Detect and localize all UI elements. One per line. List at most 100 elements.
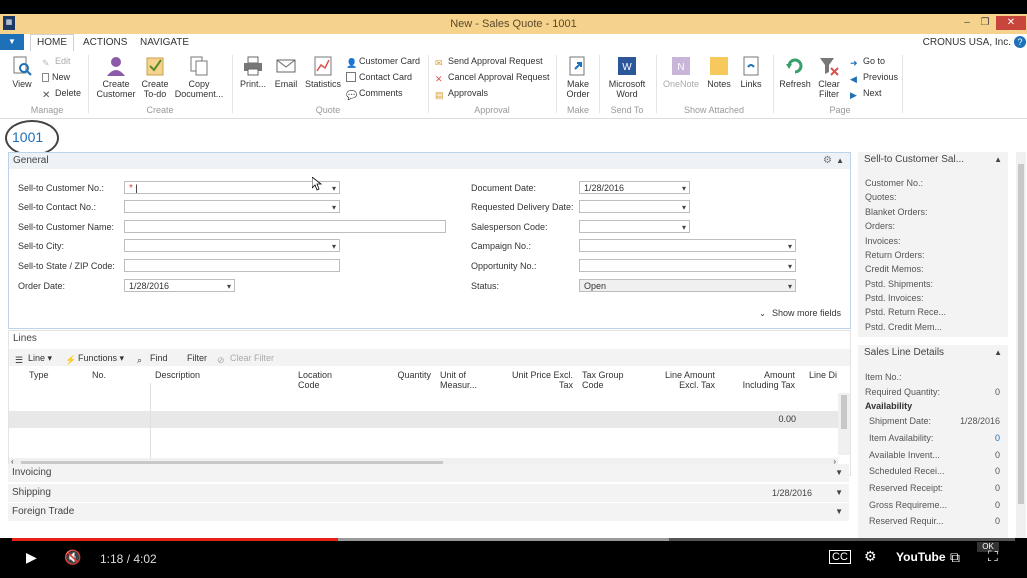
page-scrollbar[interactable] [1016,152,1026,538]
order-date-field[interactable]: 1/28/2016 ▾ [124,279,235,292]
tab-actions[interactable]: ACTIONS [83,37,127,48]
salesperson-code-field[interactable]: ▾ [579,220,690,233]
tab-navigate[interactable]: NAVIGATE [140,37,189,48]
new-button[interactable]: New [42,72,70,82]
sell-to-contact-no-field[interactable]: ▾ [124,200,340,213]
links-button[interactable]: Links [737,55,765,89]
foreign-trade-fasttab[interactable]: Foreign Trade ▼ [8,503,849,522]
mute-icon[interactable]: 🔇 [64,549,81,566]
col-line-discount[interactable]: Line Di [809,370,837,380]
fullscreen-icon[interactable]: ⛶ [988,548,998,565]
table-row[interactable] [9,411,838,428]
svg-text:N: N [677,62,684,73]
onenote-button[interactable]: N OneNote [661,55,701,89]
requested-delivery-date-field[interactable]: ▾ [579,200,690,213]
general-header[interactable]: General ⚙ ▲ [9,153,850,169]
view-button[interactable]: View [8,55,36,89]
document-date-field[interactable]: 1/28/2016 ▾ [579,181,690,194]
sell-to-customer-factbox: Sell-to Customer Sal... ▲ Customer No.: Q… [858,152,1008,337]
col-location-code[interactable]: Location Code [298,370,348,390]
microsoft-word-button[interactable]: W Microsoft Word [603,55,651,99]
opportunity-no-field[interactable]: ▾ [579,259,796,272]
show-more-fields-link[interactable]: ⌄ Show more fields [759,308,841,318]
copy-document-button[interactable]: Copy Document... [174,55,224,99]
chevron-down-icon: ▾ [787,242,792,251]
clear-filter-lines-button[interactable]: ⊘ Clear Filter [217,353,274,365]
send-approval-icon: ✉ [435,58,443,68]
sell-to-state-zip-field[interactable] [124,259,340,272]
statistics-button[interactable]: Statistics [304,55,342,89]
create-customer-button[interactable]: Create Customer [96,55,136,99]
print-button[interactable]: Print... [238,55,268,89]
vertical-scrollbar[interactable] [838,393,850,455]
email-button[interactable]: Email [272,55,300,89]
collapse-icon[interactable]: ▲ [836,153,844,169]
filter-button[interactable]: Filter [187,353,207,363]
captions-icon[interactable]: CC [829,550,851,564]
cast-icon[interactable]: ⧉ [950,549,960,566]
invoicing-fasttab[interactable]: Invoicing ▼ [8,464,849,483]
notes-button[interactable]: Notes [705,55,733,89]
create-todo-button[interactable]: Create To-do [139,55,171,99]
chevron-down-icon: ▼ [835,507,843,516]
comments-button[interactable]: 💬 Comments [346,88,403,100]
group-label-quote: Quote [315,105,341,115]
clear-filter-button[interactable]: Clear Filter [815,55,843,99]
play-icon[interactable]: ▶ [26,549,37,566]
minimize-button[interactable]: – [957,16,977,30]
find-button[interactable]: ⌕ Find [137,353,168,365]
campaign-no-field[interactable]: ▾ [579,239,796,252]
contact-card-button[interactable]: Contact Card [346,72,412,82]
shipping-fasttab[interactable]: Shipping 1/28/2016 ▼ [8,484,849,503]
help-icon[interactable]: ? [1014,36,1026,48]
app-menu-button[interactable]: ▼ [0,34,24,50]
approvals-icon: ▤ [435,90,444,100]
factbox-header[interactable]: Sales Line Details ▲ [858,345,1008,361]
cancel-approval-request-button[interactable]: ✕ Cancel Approval Request [435,72,550,84]
col-no[interactable]: No. [92,370,106,380]
youtube-logo[interactable]: YouTube [896,550,946,564]
col-description[interactable]: Description [155,370,200,380]
tab-home[interactable]: HOME [30,34,74,51]
col-quantity[interactable]: Quantity [389,370,431,380]
col-tax-group-code[interactable]: Tax Group Code [582,370,632,390]
page-scroll-thumb[interactable] [1018,164,1024,504]
col-amount-incl-tax[interactable]: Amount Including Tax [735,370,795,390]
personalize-icon[interactable]: ⚙ [823,153,832,169]
sell-to-city-field[interactable]: ▾ [124,239,340,252]
collapse-icon[interactable]: ▲ [994,152,1002,168]
make-order-button[interactable]: Make Order [562,55,594,99]
collapse-icon[interactable]: ▲ [994,345,1002,361]
lines-header[interactable]: Lines [9,331,850,347]
col-unit-price[interactable]: Unit Price Excl. Tax [509,370,573,390]
refresh-button[interactable]: Refresh [778,55,812,89]
close-button[interactable]: ✕ [996,16,1026,30]
previous-button[interactable]: ◀ Previous [850,72,898,84]
sell-to-customer-name-field[interactable] [124,220,446,233]
scroll-thumb[interactable] [841,395,847,429]
send-approval-request-button[interactable]: ✉ Send Approval Request [435,56,543,68]
functions-menu[interactable]: ⚡ Functions ▾ [65,353,124,365]
item-availability-link[interactable]: 0 [995,433,1000,443]
ribbon-separator [88,55,89,113]
col-line-amount[interactable]: Line Amount Excl. Tax [655,370,715,390]
factbox-header[interactable]: Sell-to Customer Sal... ▲ [858,152,1008,168]
edit-button[interactable]: ✎ Edit [42,56,71,68]
sell-to-customer-no-field[interactable]: * | ▾ [124,181,340,194]
approvals-button[interactable]: ▤ Approvals [435,88,488,100]
delete-button[interactable]: ✕ Delete [42,88,81,101]
progress-track[interactable] [12,538,1015,541]
title-bar: ▦ New - Sales Quote - 1001 – ❐ ✕ [0,14,1027,34]
next-button[interactable]: ▶ Next [850,88,882,100]
line-menu[interactable]: ☰ Line ▾ [15,353,52,365]
settings-icon[interactable]: ⚙ [864,548,877,565]
ribbon-separator [556,55,557,113]
col-unit-of-measure[interactable]: Unit of Measur... [440,370,490,390]
status-field[interactable]: Open ▾ [579,279,796,292]
sell-to-customer-name-label: Sell-to Customer Name: [18,222,115,232]
lines-fasttab: Lines ☰ Line ▾ ⚡ Functions ▾ ⌕ Find Filter … [8,330,851,476]
maximize-button[interactable]: ❐ [975,16,995,30]
go-to-button[interactable]: ➜ Go to [850,56,885,68]
col-type[interactable]: Type [29,370,49,380]
customer-card-button[interactable]: 👤 Customer Card [346,56,420,68]
